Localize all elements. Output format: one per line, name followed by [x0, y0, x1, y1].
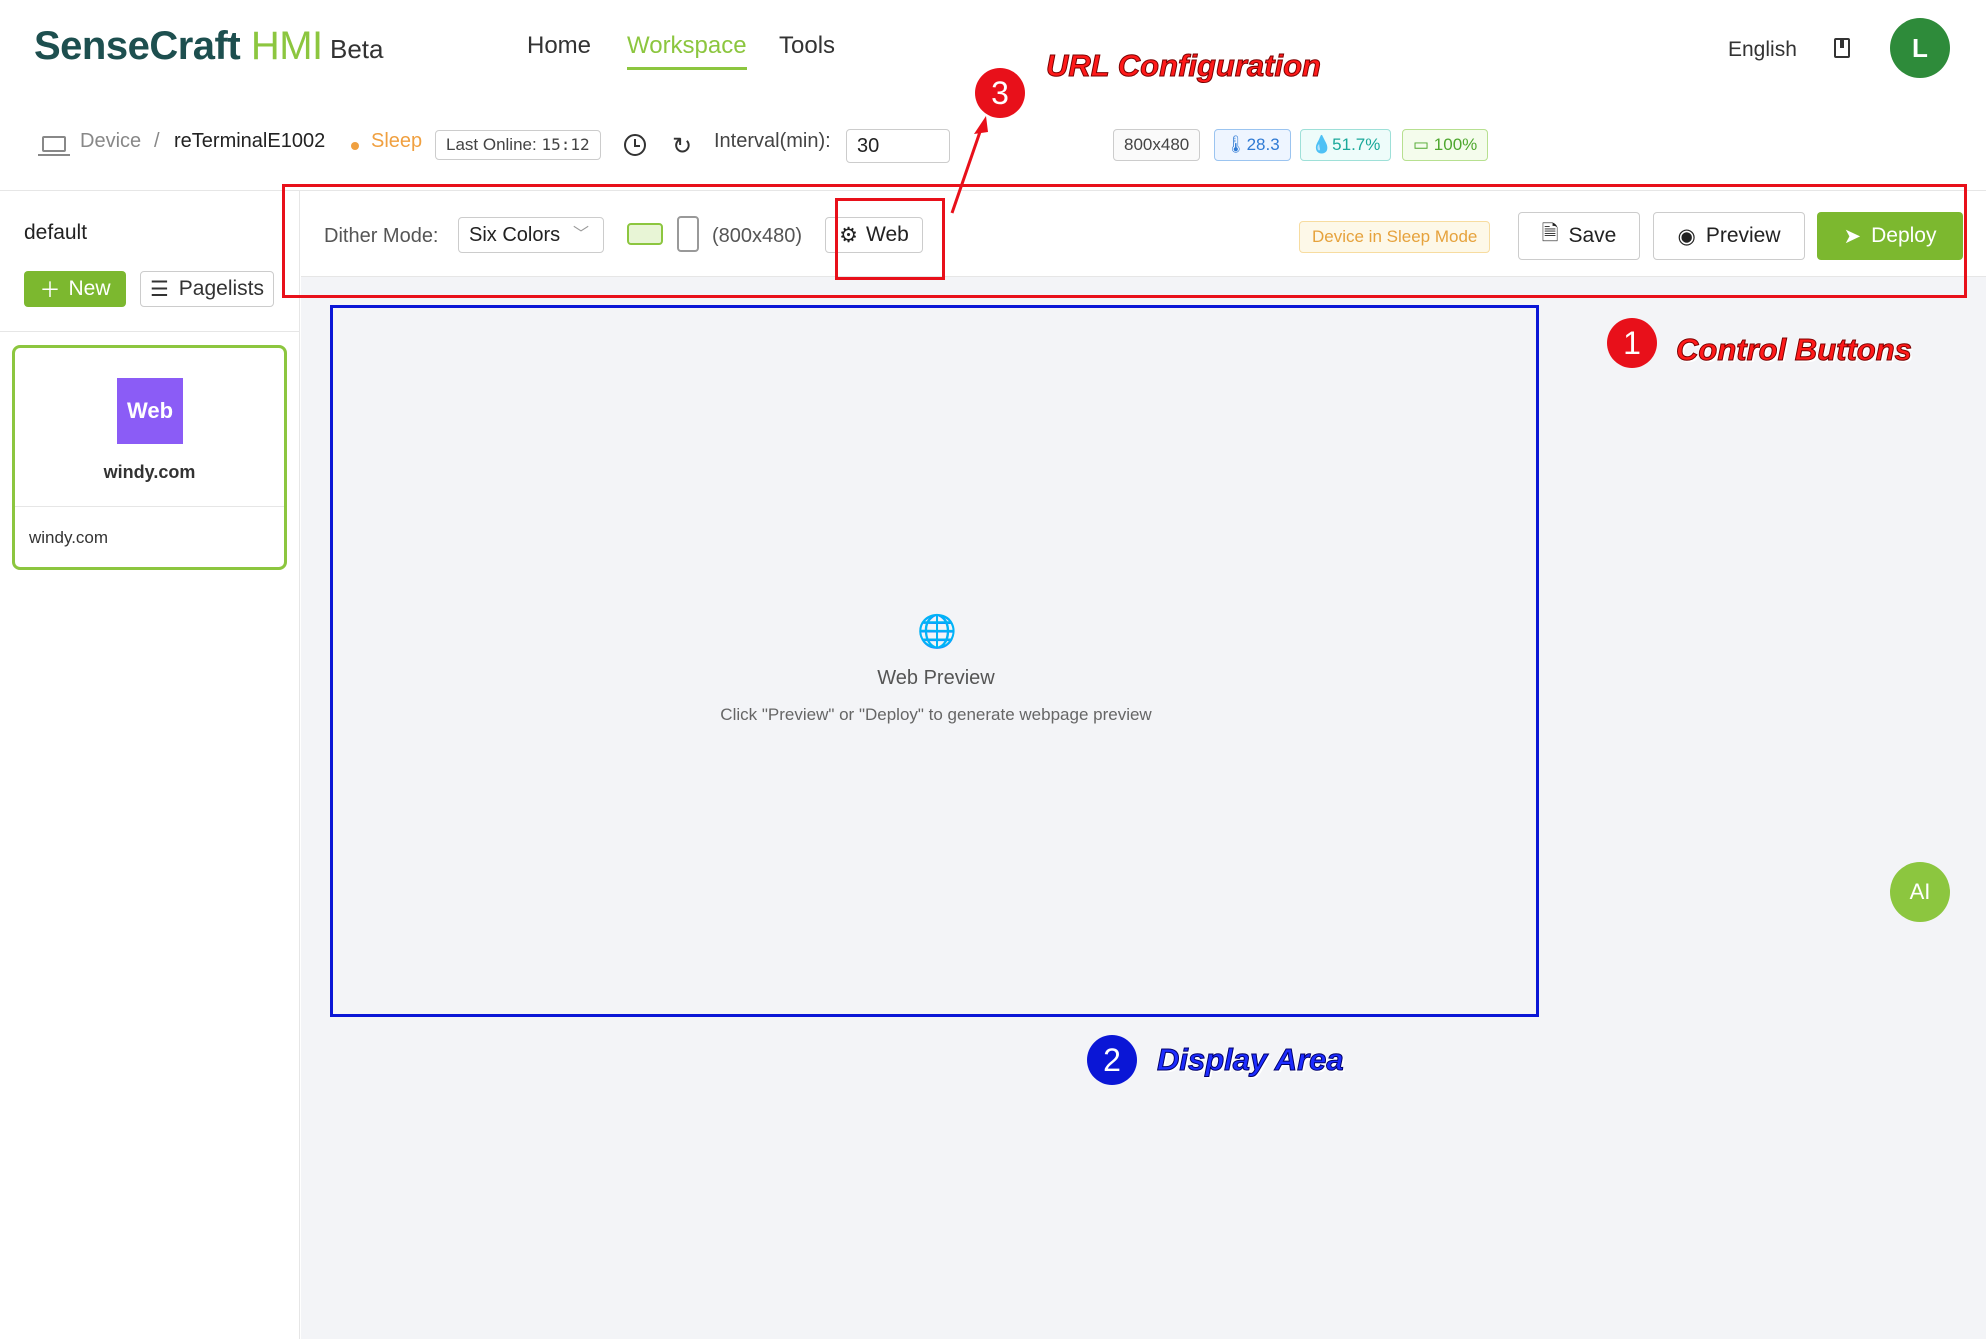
- logo-accent: HMI: [250, 24, 323, 68]
- bookmark-icon[interactable]: [1834, 38, 1850, 58]
- laptop-icon: [38, 136, 70, 156]
- temperature-tag: 🌡28.3: [1214, 129, 1291, 161]
- beta-label: Beta: [330, 34, 384, 64]
- divider: [15, 506, 284, 507]
- pagelist-title: default: [24, 221, 88, 244]
- annotation-arrow: [950, 116, 988, 214]
- nav-tools[interactable]: Tools: [779, 32, 835, 60]
- annotation-number-2: 2: [1087, 1035, 1137, 1085]
- breadcrumb-device[interactable]: Device: [80, 130, 141, 153]
- last-online-badge: Last Online: 15:12: [435, 130, 601, 160]
- thermometer-icon: 🌡: [1225, 135, 1247, 154]
- droplet-icon: 💧: [1311, 135, 1333, 154]
- annotation-box-control-buttons: [282, 184, 1967, 298]
- avatar[interactable]: L: [1890, 18, 1950, 78]
- pagelists-button[interactable]: ☰ Pagelists: [140, 271, 274, 307]
- card-domain: windy.com: [103, 462, 196, 482]
- interval-label: Interval(min):: [714, 130, 831, 152]
- last-online-time: 15:12: [541, 135, 590, 154]
- list-icon: ☰: [149, 277, 169, 301]
- web-thumbnail: Web: [117, 378, 183, 444]
- breadcrumb-device-name: reTerminalE1002: [174, 130, 326, 152]
- pagelists-button-label: Pagelists: [178, 277, 265, 300]
- annotation-label-control-buttons: Control Buttons: [1676, 332, 1913, 368]
- plus-icon: ＋: [39, 279, 61, 302]
- humidity-value: 51.7%: [1332, 135, 1381, 154]
- page-card[interactable]: Web windy.com windy.com: [12, 345, 287, 570]
- annotation-label-url-config: URL Configuration: [1046, 48, 1322, 84]
- breadcrumb-separator: /: [154, 130, 160, 152]
- annotation-number-3: 3: [975, 68, 1025, 118]
- sidebar: default ＋ New ☰ Pagelists Web windy.com wi…: [0, 191, 300, 1339]
- annotation-label-display-area: Display Area: [1157, 1042, 1345, 1078]
- clock-icon[interactable]: [624, 134, 646, 156]
- annotation-number-1: 1: [1607, 318, 1657, 368]
- new-button[interactable]: ＋ New: [24, 271, 126, 307]
- logo-main: SenseCraft: [34, 24, 241, 68]
- logo[interactable]: SenseCraft HMI: [34, 24, 323, 69]
- temperature-value: 28.3: [1246, 135, 1280, 154]
- status-text: Sleep: [371, 130, 423, 152]
- battery-value: 100%: [1433, 135, 1478, 154]
- refresh-icon[interactable]: ↻: [672, 132, 692, 161]
- nav-home[interactable]: Home: [527, 32, 591, 60]
- ai-assistant-button[interactable]: AI: [1890, 862, 1950, 922]
- battery-icon: ▭: [1413, 135, 1434, 154]
- interval-input[interactable]: [846, 129, 950, 163]
- divider: [0, 331, 300, 332]
- resolution-tag: 800x480: [1113, 129, 1201, 161]
- last-online-label: Last Online:: [446, 135, 537, 154]
- annotation-box-url-config: [835, 198, 945, 280]
- status-dot: [351, 142, 359, 150]
- card-name: windy.com: [29, 528, 109, 547]
- humidity-tag: 💧51.7%: [1300, 129, 1392, 161]
- language-selector[interactable]: English: [1728, 38, 1797, 62]
- annotation-box-display-area: [330, 305, 1539, 1017]
- nav-workspace[interactable]: Workspace: [627, 32, 747, 70]
- battery-tag: ▭ 100%: [1402, 129, 1489, 161]
- new-button-label: New: [68, 277, 111, 300]
